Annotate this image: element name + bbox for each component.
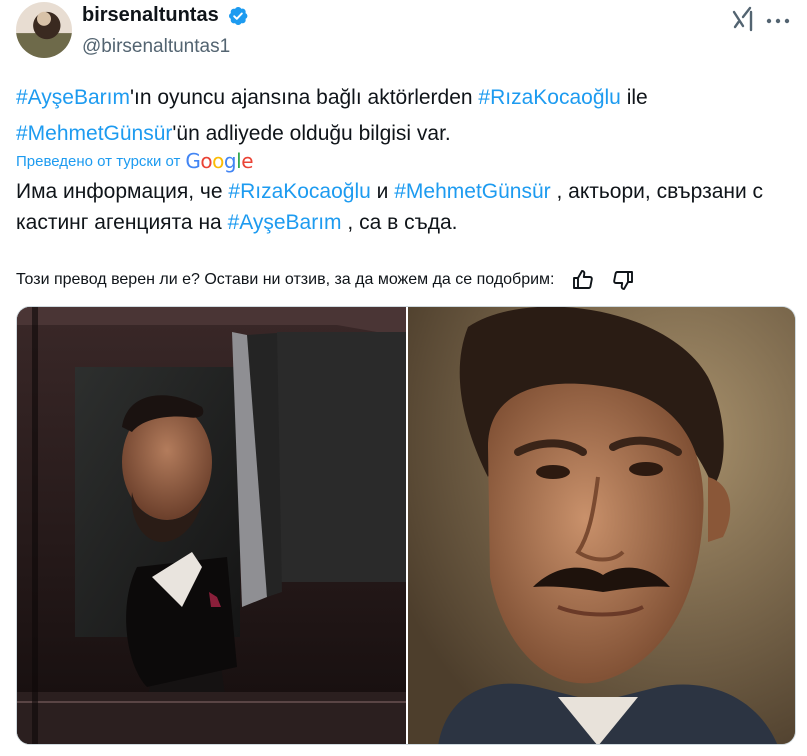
hashtag-link[interactable]: #MehmetGünsür [394,180,550,203]
hashtag-link[interactable]: #RızaKocaoğlu [228,180,370,203]
thumbs-up-icon[interactable] [571,268,595,292]
more-options-icon[interactable] [766,18,790,24]
hashtag-link[interactable]: #RızaKocaoğlu [478,86,620,109]
tweet-text: #AyşeBarım'ın oyuncu ajansına bağlı aktö… [16,80,791,152]
display-name[interactable]: birsenaltuntas [82,4,219,27]
translated-label-text: Преведено от турски от [16,152,181,170]
hashtag-link[interactable]: #MehmetGünsür [16,122,172,145]
tweet-header: birsenaltuntas @birsenaltuntas1 [16,2,796,62]
verified-badge-icon [229,6,248,25]
translation-segment: Има информация, че [16,180,229,203]
translation-segment: , са в съда. [341,211,458,234]
translation-segment: и [370,180,395,203]
user-handle[interactable]: @birsenaltuntas1 [82,36,230,58]
tweet-text-segment: 'ın oyuncu ajansına bağlı aktörlerden [130,86,479,109]
xai-grok-icon[interactable] [732,6,754,32]
author-name-row[interactable]: birsenaltuntas [82,4,249,27]
tweet-text-segment: 'ün adliyede olduğu bilgisi var. [172,122,451,145]
translation-feedback: Този превод верен ли е? Остави ни отзив,… [16,266,796,294]
google-logo: Google [185,149,253,173]
man-in-car-photo[interactable] [17,307,406,744]
avatar[interactable] [16,2,72,58]
translation-text: Има информация, че #RızaKocaoğlu и #Mehm… [16,176,791,238]
hashtag-link[interactable]: #AyşeBarım [16,86,130,109]
translated-by-label[interactable]: Преведено от турски от Google [16,148,253,174]
feedback-prompt: Този превод верен ли е? Остави ни отзив,… [16,271,555,288]
thumbs-down-icon[interactable] [611,268,635,292]
media-grid [16,306,796,745]
man-with-mustache-photo[interactable] [408,307,795,744]
hashtag-link[interactable]: #AyşeBarım [228,211,342,234]
tweet-text-segment: ile [620,86,648,109]
